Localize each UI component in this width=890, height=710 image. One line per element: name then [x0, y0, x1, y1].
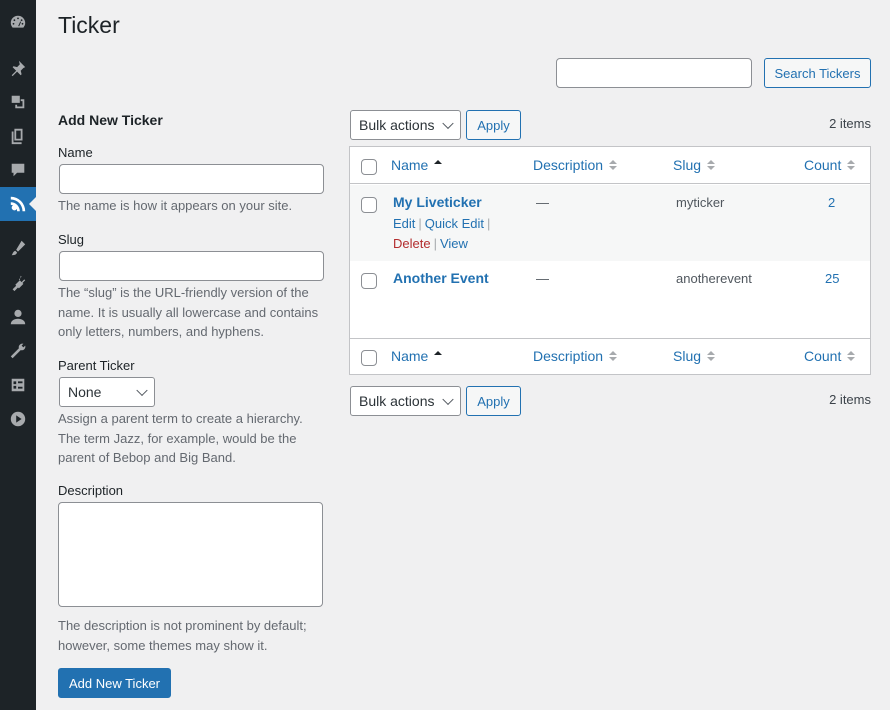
sort-asc-icon	[434, 160, 443, 170]
bulk-actions-label: Bulk actions	[359, 117, 435, 133]
name-help: The name is how it appears on your site.	[58, 198, 293, 213]
search-button[interactable]: Search Tickers	[764, 58, 871, 88]
tools-icon[interactable]	[0, 334, 36, 368]
description-help: The description is not prominent by defa…	[58, 618, 307, 653]
users-icon[interactable]	[0, 300, 36, 334]
row-slug: anotherevent	[676, 271, 752, 286]
pages-icon[interactable]	[0, 119, 36, 153]
row-slug: myticker	[676, 195, 725, 210]
apply-button-bottom[interactable]: Apply	[466, 386, 521, 416]
column-count[interactable]: Count	[804, 157, 856, 173]
select-all-checkbox-footer[interactable]	[361, 350, 377, 366]
settings-icon[interactable]	[0, 368, 36, 402]
media-icon[interactable]	[0, 85, 36, 119]
sort-icon	[847, 160, 856, 170]
apply-button-top[interactable]: Apply	[466, 110, 521, 140]
edit-link[interactable]: Edit	[393, 216, 415, 231]
parent-label: Parent Ticker	[58, 358, 135, 373]
description-label: Description	[58, 483, 124, 498]
form-heading: Add New Ticker	[58, 112, 163, 128]
column-slug[interactable]: Slug	[673, 157, 716, 173]
quick-edit-link[interactable]: Quick Edit	[425, 216, 484, 231]
appearance-icon[interactable]	[0, 231, 36, 265]
row-checkbox[interactable]	[361, 273, 377, 289]
column-name-footer[interactable]: Name	[391, 348, 443, 364]
column-slug-footer[interactable]: Slug	[673, 348, 716, 364]
row-title-link[interactable]: My Liveticker	[393, 194, 482, 210]
sort-icon	[707, 351, 716, 361]
slug-help: The “slug” is the URL-friendly version o…	[58, 285, 319, 339]
column-name[interactable]: Name	[391, 157, 443, 173]
items-count-top: 2 items	[829, 116, 871, 131]
chevron-down-icon	[442, 117, 454, 130]
row-actions: Edit | Quick Edit | Delete | View	[393, 216, 491, 251]
table-header: Name Description Slug Count	[350, 147, 870, 184]
parent-select[interactable]: None	[59, 377, 155, 407]
chevron-down-icon	[442, 393, 454, 406]
page-title: Ticker	[58, 12, 120, 38]
column-count-footer[interactable]: Count	[804, 348, 856, 364]
name-label: Name	[58, 145, 93, 160]
parent-select-value: None	[68, 384, 102, 400]
sort-icon	[609, 351, 618, 361]
search-input[interactable]	[556, 58, 752, 88]
play-icon[interactable]	[0, 402, 36, 436]
bulk-actions-label: Bulk actions	[359, 393, 435, 409]
row-count-link[interactable]: 25	[825, 271, 839, 286]
select-all-checkbox[interactable]	[361, 159, 377, 175]
row-description: —	[536, 271, 549, 286]
row-title-link[interactable]: Another Event	[393, 270, 489, 286]
bulk-actions-select-top[interactable]: Bulk actions	[350, 110, 461, 140]
sort-icon	[847, 351, 856, 361]
row-description: —	[536, 195, 549, 210]
description-field[interactable]	[58, 502, 323, 607]
table-row: My Liveticker Edit | Quick Edit | Delete | Vie…	[350, 185, 870, 261]
bulk-actions-select-bottom[interactable]: Bulk actions	[350, 386, 461, 416]
dashboard-icon[interactable]	[0, 5, 36, 39]
slug-field[interactable]	[59, 251, 324, 281]
sort-asc-icon	[434, 351, 443, 361]
pin-icon[interactable]	[0, 51, 36, 85]
delete-link[interactable]: Delete	[393, 236, 431, 251]
table-footer: Name Description Slug Count	[350, 338, 870, 375]
comments-icon[interactable]	[0, 153, 36, 187]
parent-help: Assign a parent term to create a hierarc…	[58, 411, 303, 465]
slug-label: Slug	[58, 232, 85, 247]
rss-icon[interactable]	[0, 187, 36, 221]
sort-icon	[707, 160, 716, 170]
name-field[interactable]	[59, 164, 324, 194]
plugins-icon[interactable]	[0, 266, 36, 300]
ticker-table: Name Description Slug Count My Liveticke…	[349, 146, 871, 375]
view-link[interactable]: View	[440, 236, 468, 251]
sort-icon	[609, 160, 618, 170]
table-row: Another Event — anotherevent 25	[350, 261, 870, 337]
items-count-bottom: 2 items	[829, 392, 871, 407]
column-description-footer[interactable]: Description	[533, 348, 618, 364]
admin-sidebar	[0, 0, 36, 710]
chevron-down-icon	[136, 384, 148, 397]
add-new-ticker-button[interactable]: Add New Ticker	[58, 668, 171, 698]
row-count-link[interactable]: 2	[828, 195, 835, 210]
column-description[interactable]: Description	[533, 157, 618, 173]
row-checkbox[interactable]	[361, 197, 377, 213]
